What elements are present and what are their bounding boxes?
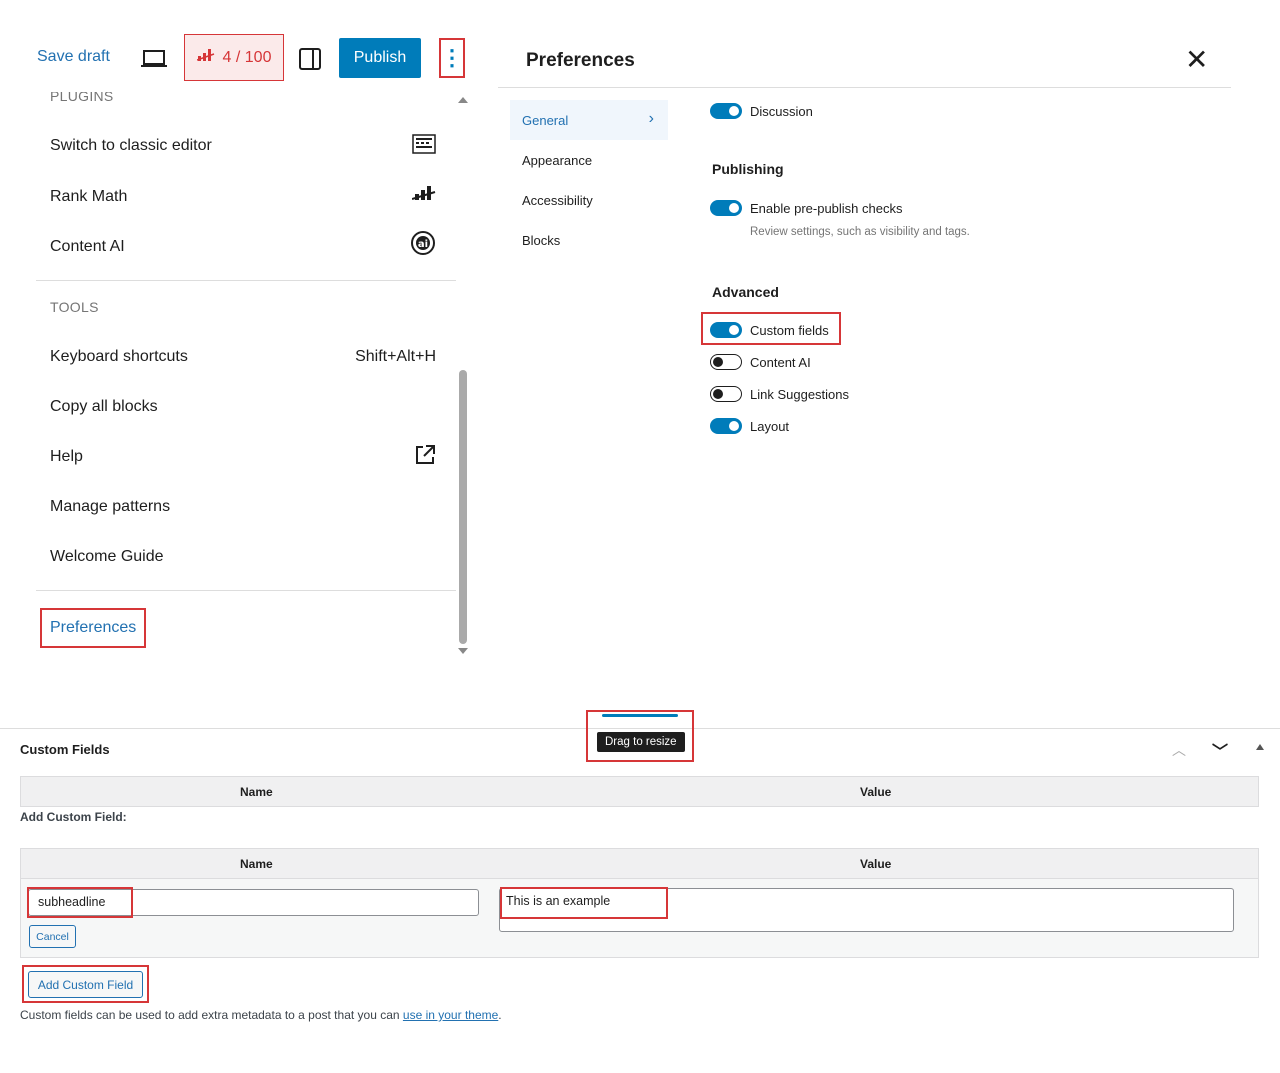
menu-item-copy-all-blocks[interactable]: Copy all blocks [50,398,158,416]
options-menu: PLUGINS Switch to classic editor Rank Ma… [22,92,470,657]
advanced-heading: Advanced [712,284,779,300]
prepublish-label: Enable pre-publish checks [750,201,903,216]
plugins-heading: PLUGINS [50,92,114,104]
rank-math-icon [411,184,436,207]
content-ai-icon: ai [410,230,436,261]
keyboard-icon [412,134,436,159]
menu-item-manage-patterns[interactable]: Manage patterns [50,498,170,516]
prepublish-hint: Review settings, such as visibility and … [750,226,970,238]
new-field-table-header: Name Value [20,848,1259,879]
custom-fields-description: Custom fields can be used to add extra m… [20,1008,502,1022]
content-ai-label: Content AI [750,355,811,370]
close-icon[interactable]: ✕ [1185,46,1208,74]
cancel-button[interactable]: Cancel [29,925,76,948]
preview-laptop-icon[interactable] [140,48,168,70]
menu-item-rank-math[interactable]: Rank Math [50,188,127,206]
tab-appearance[interactable]: Appearance [510,140,668,180]
publishing-heading: Publishing [712,161,784,177]
custom-fields-table-header: Name Value [20,776,1259,807]
prepublish-toggle[interactable] [710,200,742,216]
external-link-icon [414,444,436,471]
use-in-theme-link[interactable]: use in your theme [403,1008,498,1022]
chevron-up-icon[interactable]: ︿ [1172,740,1186,760]
scroll-down-arrow-icon[interactable] [458,648,468,654]
options-kebab-icon[interactable]: ⋮ [439,38,465,78]
menu-item-content-ai[interactable]: Content AI [50,238,125,256]
content-ai-toggle[interactable] [710,354,742,370]
tab-blocks[interactable]: Blocks [510,220,668,260]
column-value: Value [860,785,892,799]
seo-score: 4 / 100 [222,48,272,66]
column-name: Name [240,857,273,871]
discussion-label: Discussion [750,104,813,119]
layout-toggle[interactable] [710,418,742,434]
add-custom-field-label: Add Custom Field: [20,810,127,824]
keyboard-shortcut-hint: Shift+Alt+H [355,348,436,365]
settings-sidebar-icon[interactable] [299,48,321,70]
toggle-panel-icon[interactable] [1256,744,1264,750]
menu-item-help[interactable]: Help [50,448,83,466]
menu-item-classic-editor[interactable]: Switch to classic editor [50,137,212,155]
publish-button[interactable]: Publish [339,38,421,78]
tools-heading: TOOLS [50,299,99,315]
discussion-toggle[interactable] [710,103,742,119]
column-name: Name [240,785,273,799]
menu-scrollbar-thumb[interactable] [459,370,467,644]
rank-math-score-button[interactable]: 4 / 100 [184,34,284,81]
link-suggestions-label: Link Suggestions [750,387,850,402]
save-draft-button[interactable]: Save draft [37,48,110,66]
column-value: Value [860,857,892,871]
layout-label: Layout [750,419,790,434]
preferences-title: Preferences [526,50,635,71]
scroll-up-arrow-icon[interactable] [458,97,468,103]
menu-item-welcome-guide[interactable]: Welcome Guide [50,548,164,566]
rank-math-icon [196,48,215,67]
tab-general[interactable]: General › [510,100,668,140]
tab-accessibility[interactable]: Accessibility [510,180,668,220]
chevron-right-icon: › [648,110,654,127]
svg-text:ai: ai [418,239,428,250]
menu-item-keyboard-shortcuts[interactable]: Keyboard shortcuts [50,348,188,366]
chevron-down-icon[interactable]: ﹀ [1212,738,1228,762]
link-suggestions-toggle[interactable] [710,386,742,402]
custom-fields-title: Custom Fields [20,742,110,757]
